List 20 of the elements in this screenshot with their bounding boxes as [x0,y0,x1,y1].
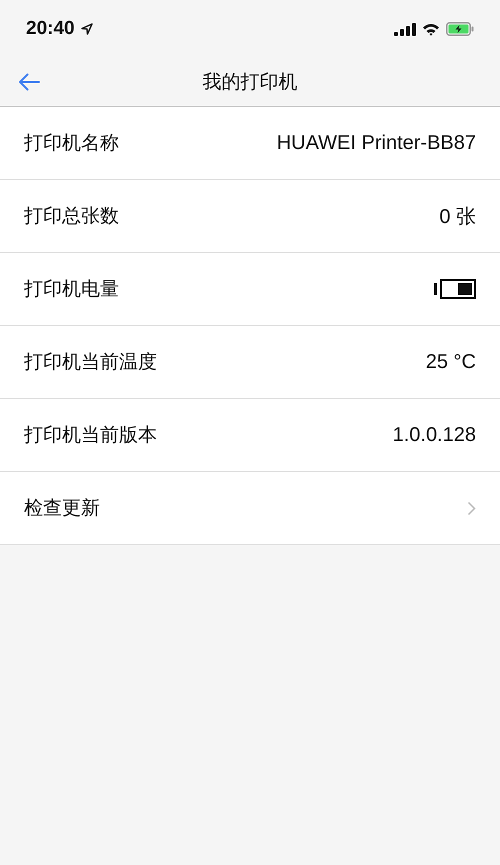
signal-icon [394,22,416,36]
check-update-row[interactable]: 检查更新 [0,472,500,545]
row-label: 打印机当前版本 [24,423,157,448]
row-label: 打印机名称 [24,131,119,156]
location-arrow-icon [80,23,93,35]
row-value: 0 张 [439,204,476,230]
status-time: 20:40 [26,18,75,40]
row-label: 检查更新 [24,496,100,521]
row-value: 25 °C [426,350,476,374]
chevron-right-icon [467,500,476,516]
row-label: 打印总张数 [24,204,119,229]
page-title: 我的打印机 [202,70,298,95]
printer-battery-icon [434,279,476,299]
wifi-icon [422,22,440,36]
phone-battery-icon [446,22,474,36]
row-value: HUAWEI Printer-BB87 [276,132,476,154]
row-label: 打印机当前温度 [24,350,157,375]
row-label: 打印机电量 [24,277,119,302]
back-arrow-icon[interactable] [18,73,40,91]
row-value: 1.0.0.128 [392,424,476,446]
